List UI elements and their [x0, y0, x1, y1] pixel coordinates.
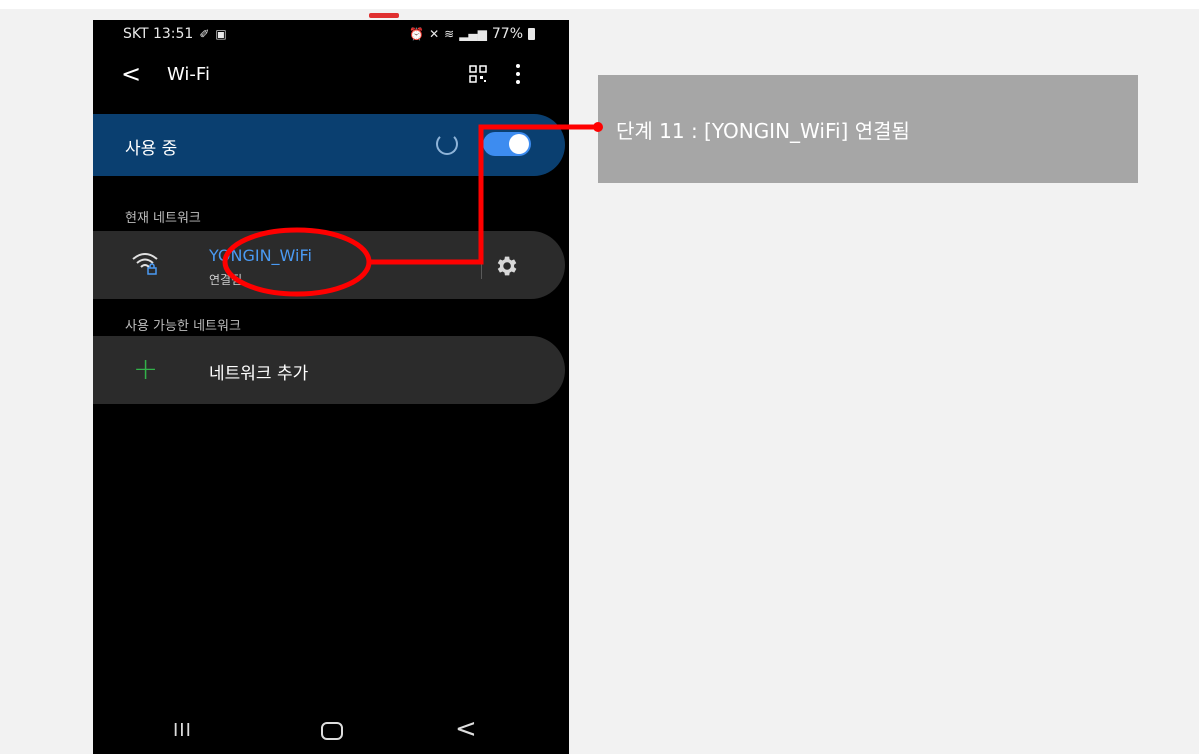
- annotation-callout: 단계 11 : [YONGIN_WiFi] 연결됨: [598, 75, 1138, 183]
- back-arrow-icon[interactable]: <: [121, 62, 141, 86]
- available-networks-section-label: 사용 가능한 네트워크: [125, 319, 241, 334]
- wifi-toggle-label: 사용 중: [125, 139, 178, 159]
- brush-icon: ✐: [199, 27, 210, 41]
- scanning-spinner-icon: [436, 133, 458, 155]
- current-network-section-label: 현재 네트워크: [125, 211, 201, 226]
- more-vert-icon[interactable]: [515, 64, 521, 84]
- wifi-status-icon: ≋: [444, 27, 455, 41]
- home-icon[interactable]: [321, 722, 343, 740]
- red-top-mark: [369, 13, 399, 18]
- current-network-item[interactable]: YONGIN_WiFi 연결됨: [93, 231, 565, 299]
- qr-code-icon[interactable]: [469, 65, 487, 83]
- app-bar: < Wi-Fi: [93, 58, 569, 94]
- mute-icon: ✕: [429, 27, 440, 41]
- carrier-time: SKT 13:51: [123, 26, 194, 42]
- page-title: Wi-Fi: [167, 64, 210, 85]
- phone-screen: SKT 13:51 ✐ ▣ ⏰ ✕ ≋ ▂▄▆ 77% < Wi-Fi 사용 중: [93, 20, 569, 754]
- add-network-item[interactable]: + 네트워크 추가: [93, 336, 565, 404]
- image-icon: ▣: [215, 27, 227, 41]
- wifi-toggle-card[interactable]: 사용 중: [93, 114, 565, 176]
- gear-icon[interactable]: [493, 253, 519, 279]
- nav-back-icon[interactable]: <: [455, 714, 477, 744]
- alarm-icon: ⏰: [409, 27, 425, 41]
- battery-icon: [528, 28, 535, 40]
- item-divider: [481, 251, 482, 279]
- network-name: YONGIN_WiFi: [209, 246, 312, 265]
- recent-apps-icon[interactable]: III: [173, 720, 192, 741]
- plus-icon: +: [133, 352, 159, 387]
- add-network-label: 네트워크 추가: [209, 364, 309, 384]
- wifi-lock-icon: [132, 253, 158, 275]
- battery-percent: 77%: [491, 26, 523, 42]
- signal-icon: ▂▄▆: [459, 27, 487, 41]
- status-right: ⏰ ✕ ≋ ▂▄▆ 77%: [409, 26, 535, 42]
- wifi-switch[interactable]: [483, 132, 531, 156]
- annotation-text: 단계 11 : [YONGIN_WiFi] 연결됨: [616, 119, 910, 143]
- switch-knob: [509, 134, 529, 154]
- status-left: SKT 13:51 ✐ ▣: [123, 26, 227, 42]
- status-bar: SKT 13:51 ✐ ▣ ⏰ ✕ ≋ ▂▄▆ 77%: [93, 20, 569, 50]
- network-status: 연결됨: [209, 273, 243, 287]
- navigation-bar: III <: [93, 710, 569, 754]
